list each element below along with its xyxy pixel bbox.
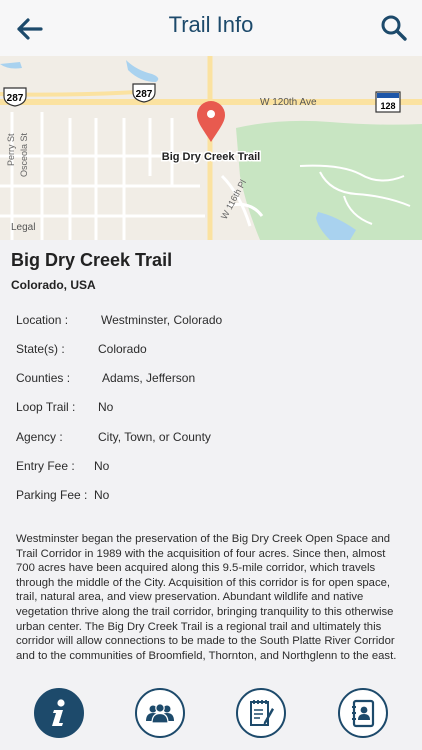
bottom-nav <box>0 688 422 750</box>
perry-st-label: Perry St <box>6 133 16 166</box>
us-287-shield-right: 287 <box>132 83 156 103</box>
detail-agency: Agency : City, Town, or County <box>16 430 211 444</box>
svg-text:287: 287 <box>136 89 153 100</box>
co-128-shield: 128 <box>375 91 401 113</box>
top-bar: Trail Info <box>0 0 422 56</box>
info-icon <box>52 699 65 726</box>
detail-value: No <box>98 400 114 414</box>
detail-value: City, Town, or County <box>98 430 211 444</box>
map-canvas[interactable]: W 120th Ave W 116th Pl Perry St Osceola … <box>0 56 422 240</box>
detail-label: Loop Trail : <box>16 400 76 414</box>
contacts-tab-button[interactable] <box>338 688 388 738</box>
search-icon[interactable] <box>380 14 408 42</box>
detail-value: Westminster, Colorado <box>101 313 223 327</box>
detail-parking-fee: Parking Fee : No <box>16 488 109 502</box>
trail-description: Westminster began the preservation of th… <box>16 533 397 662</box>
detail-label: Entry Fee : <box>16 459 75 473</box>
detail-label: Counties : <box>16 371 71 385</box>
detail-label: Parking Fee : <box>16 488 88 502</box>
trail-map[interactable]: W 120th Ave W 116th Pl Perry St Osceola … <box>0 56 422 240</box>
detail-loop-trail: Loop Trail : No <box>16 400 113 414</box>
detail-value: No <box>94 488 110 502</box>
pin-label: Big Dry Creek Trail <box>162 151 260 163</box>
svg-text:128: 128 <box>380 101 395 111</box>
detail-entry-fee: Entry Fee : No <box>16 459 109 473</box>
notes-icon <box>250 700 274 726</box>
detail-counties: Counties : Adams, Jefferson <box>16 371 195 385</box>
detail-states: State(s) : Colorado <box>16 342 147 356</box>
contacts-icon <box>352 699 375 728</box>
trail-location: Colorado, USA <box>11 278 96 292</box>
detail-label: Location : <box>16 313 69 327</box>
detail-value: Adams, Jefferson <box>102 371 196 385</box>
detail-label: State(s) : <box>16 342 65 356</box>
osceola-st-label: Osceola St <box>19 132 29 177</box>
detail-label: Agency : <box>16 430 63 444</box>
detail-location: Location : Westminster, Colorado <box>16 313 222 327</box>
notes-tab-button[interactable] <box>236 688 286 738</box>
users-icon <box>146 703 174 724</box>
w-120th-ave-label: W 120th Ave <box>260 97 317 108</box>
detail-value: Colorado <box>98 342 147 356</box>
info-tab-button[interactable] <box>34 688 84 738</box>
detail-value: No <box>94 459 110 473</box>
svg-text:287: 287 <box>7 93 24 104</box>
us-287-shield-left: 287 <box>3 87 27 107</box>
legal-link[interactable]: Legal <box>11 222 35 233</box>
page-title: Trail Info <box>168 12 254 37</box>
trail-name: Big Dry Creek Trail <box>11 250 173 270</box>
users-tab-button[interactable] <box>135 688 185 738</box>
